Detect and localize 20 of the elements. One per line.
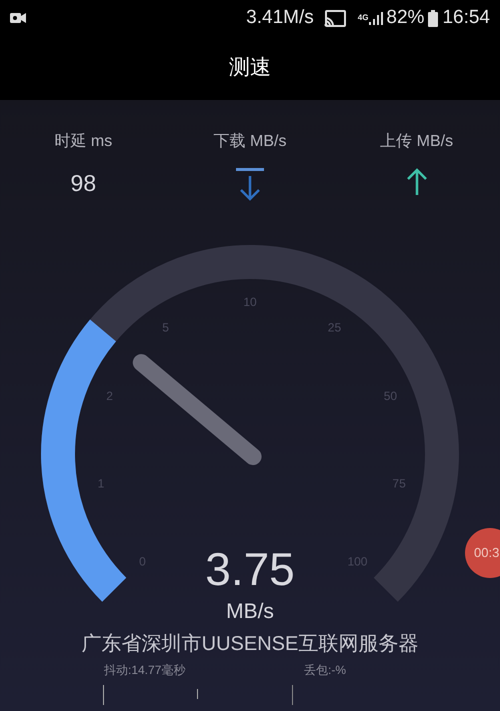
speed-unit: MB/s: [226, 599, 274, 625]
latency-value: 98: [70, 169, 96, 198]
network-type: 4G: [358, 14, 368, 22]
battery-percent: 82%: [386, 6, 424, 30]
cast-icon: [324, 10, 346, 26]
signal-icon: [369, 12, 384, 24]
speed-reading: 3.75: [205, 546, 295, 592]
packet-loss-text: 丢包:-%: [304, 662, 346, 679]
camera-icon: [10, 13, 26, 23]
upload-icon: [406, 168, 428, 196]
network-speed: 3.41M/s: [246, 6, 314, 30]
jitter-text: 抖动:14.77毫秒: [104, 662, 186, 679]
battery-icon: [428, 10, 438, 26]
server-name: 广东省深圳市UUSENSE互联网服务器: [82, 632, 418, 657]
metric-label: 时延 ms: [54, 132, 112, 152]
page-title: 测速: [229, 55, 271, 82]
clock: 16:54: [442, 6, 490, 30]
download-icon: [235, 168, 265, 201]
metric-label: 上传 MB/s: [380, 132, 454, 152]
metric-label: 下载 MB/s: [214, 132, 286, 152]
